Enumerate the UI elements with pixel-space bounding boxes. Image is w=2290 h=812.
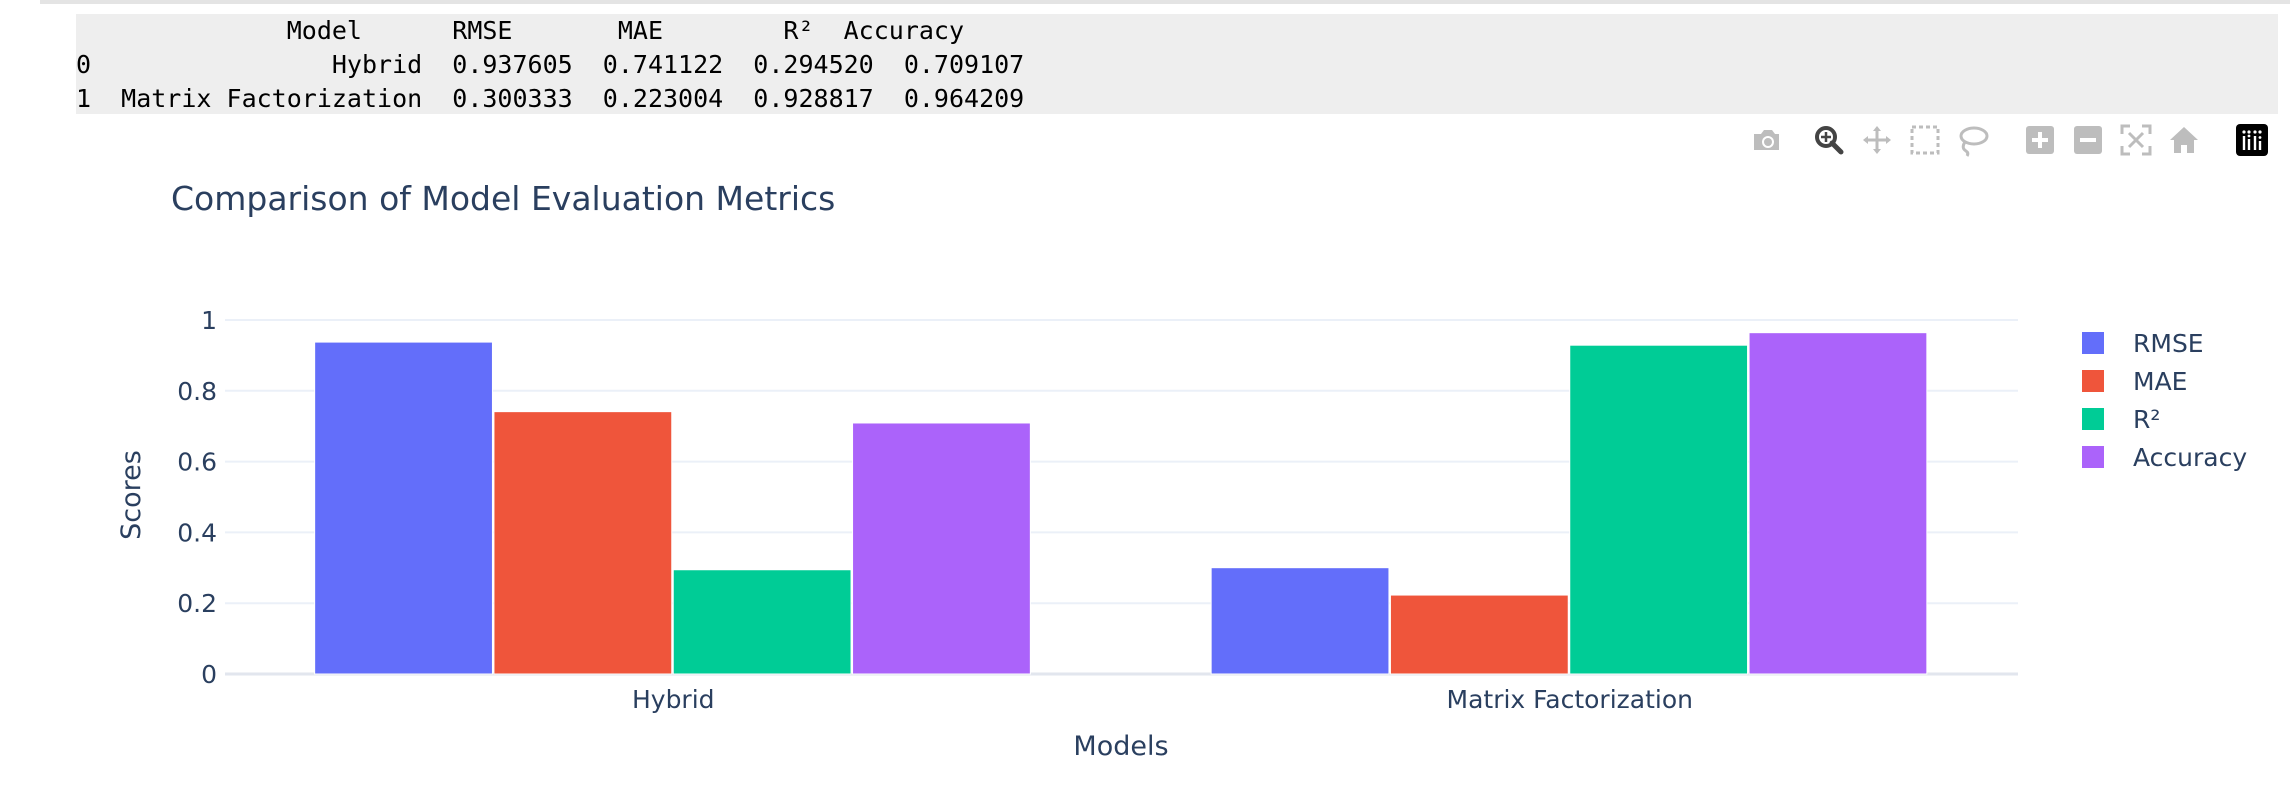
bar[interactable]	[852, 422, 1031, 675]
bar[interactable]	[1210, 567, 1390, 675]
legend-label[interactable]: MAE	[2133, 367, 2187, 396]
bar[interactable]	[1389, 594, 1569, 675]
y-tick-label: 0.8	[177, 377, 217, 406]
cell-divider	[40, 0, 2290, 4]
bar[interactable]	[672, 569, 852, 675]
legend-label[interactable]: Accuracy	[2133, 443, 2247, 472]
legend-label[interactable]: R²	[2133, 405, 2160, 434]
zoom-in-icon[interactable]	[2022, 122, 2058, 158]
y-tick-label: 0.4	[177, 518, 217, 547]
dataframe-row: 1 Matrix Factorization 0.300333 0.223004…	[76, 84, 1025, 113]
x-tick-label: Hybrid	[632, 685, 715, 714]
pan-icon[interactable]	[1859, 122, 1895, 158]
chart-title: Comparison of Model Evaluation Metrics	[171, 179, 835, 218]
x-tick-label: Matrix Factorization	[1447, 685, 1693, 714]
bar[interactable]	[1569, 344, 1749, 675]
x-axis-title: Models	[1073, 731, 1168, 762]
bars	[314, 332, 1928, 675]
reset-axes-icon[interactable]	[2166, 122, 2202, 158]
y-tick-label: 0	[201, 660, 217, 689]
zoom-out-icon[interactable]	[2070, 122, 2106, 158]
plotly-modebar	[0, 122, 2290, 160]
dataframe-header: Model RMSE MAE R² Accuracy	[76, 16, 965, 45]
y-axis-ticks: 0 0.2 0.4 0.6 0.8 1	[177, 306, 217, 689]
camera-icon[interactable]	[1748, 122, 1784, 158]
legend-swatch[interactable]	[2082, 408, 2104, 430]
plotly-logo-icon[interactable]	[2234, 122, 2270, 158]
bar[interactable]	[314, 341, 493, 675]
legend-label[interactable]: RMSE	[2133, 329, 2204, 358]
autoscale-icon[interactable]	[2118, 122, 2154, 158]
dataframe-row: 0 Hybrid 0.937605 0.741122 0.294520 0.70…	[76, 50, 1025, 79]
legend-swatch[interactable]	[2082, 332, 2104, 354]
legend-swatch[interactable]	[2082, 446, 2104, 468]
legend-swatch[interactable]	[2082, 370, 2104, 392]
box-select-icon[interactable]	[1907, 122, 1943, 158]
y-tick-label: 0.6	[177, 448, 217, 477]
y-tick-label: 0.2	[177, 589, 217, 618]
bar[interactable]	[1748, 332, 1928, 675]
x-axis-ticks: Hybrid Matrix Factorization	[632, 685, 1693, 714]
legend: RMSE MAE R² Accuracy	[2082, 329, 2247, 472]
zoom-icon[interactable]	[1811, 122, 1847, 158]
bar-chart: Comparison of Model Evaluation Metrics 0…	[116, 179, 2247, 762]
dataframe-output: Model RMSE MAE R² Accuracy 0 Hybrid 0.937…	[76, 14, 2278, 114]
bar[interactable]	[493, 411, 673, 675]
y-tick-label: 1	[201, 306, 217, 335]
lasso-select-icon[interactable]	[1955, 122, 1991, 158]
y-axis-title: Scores	[116, 450, 147, 540]
